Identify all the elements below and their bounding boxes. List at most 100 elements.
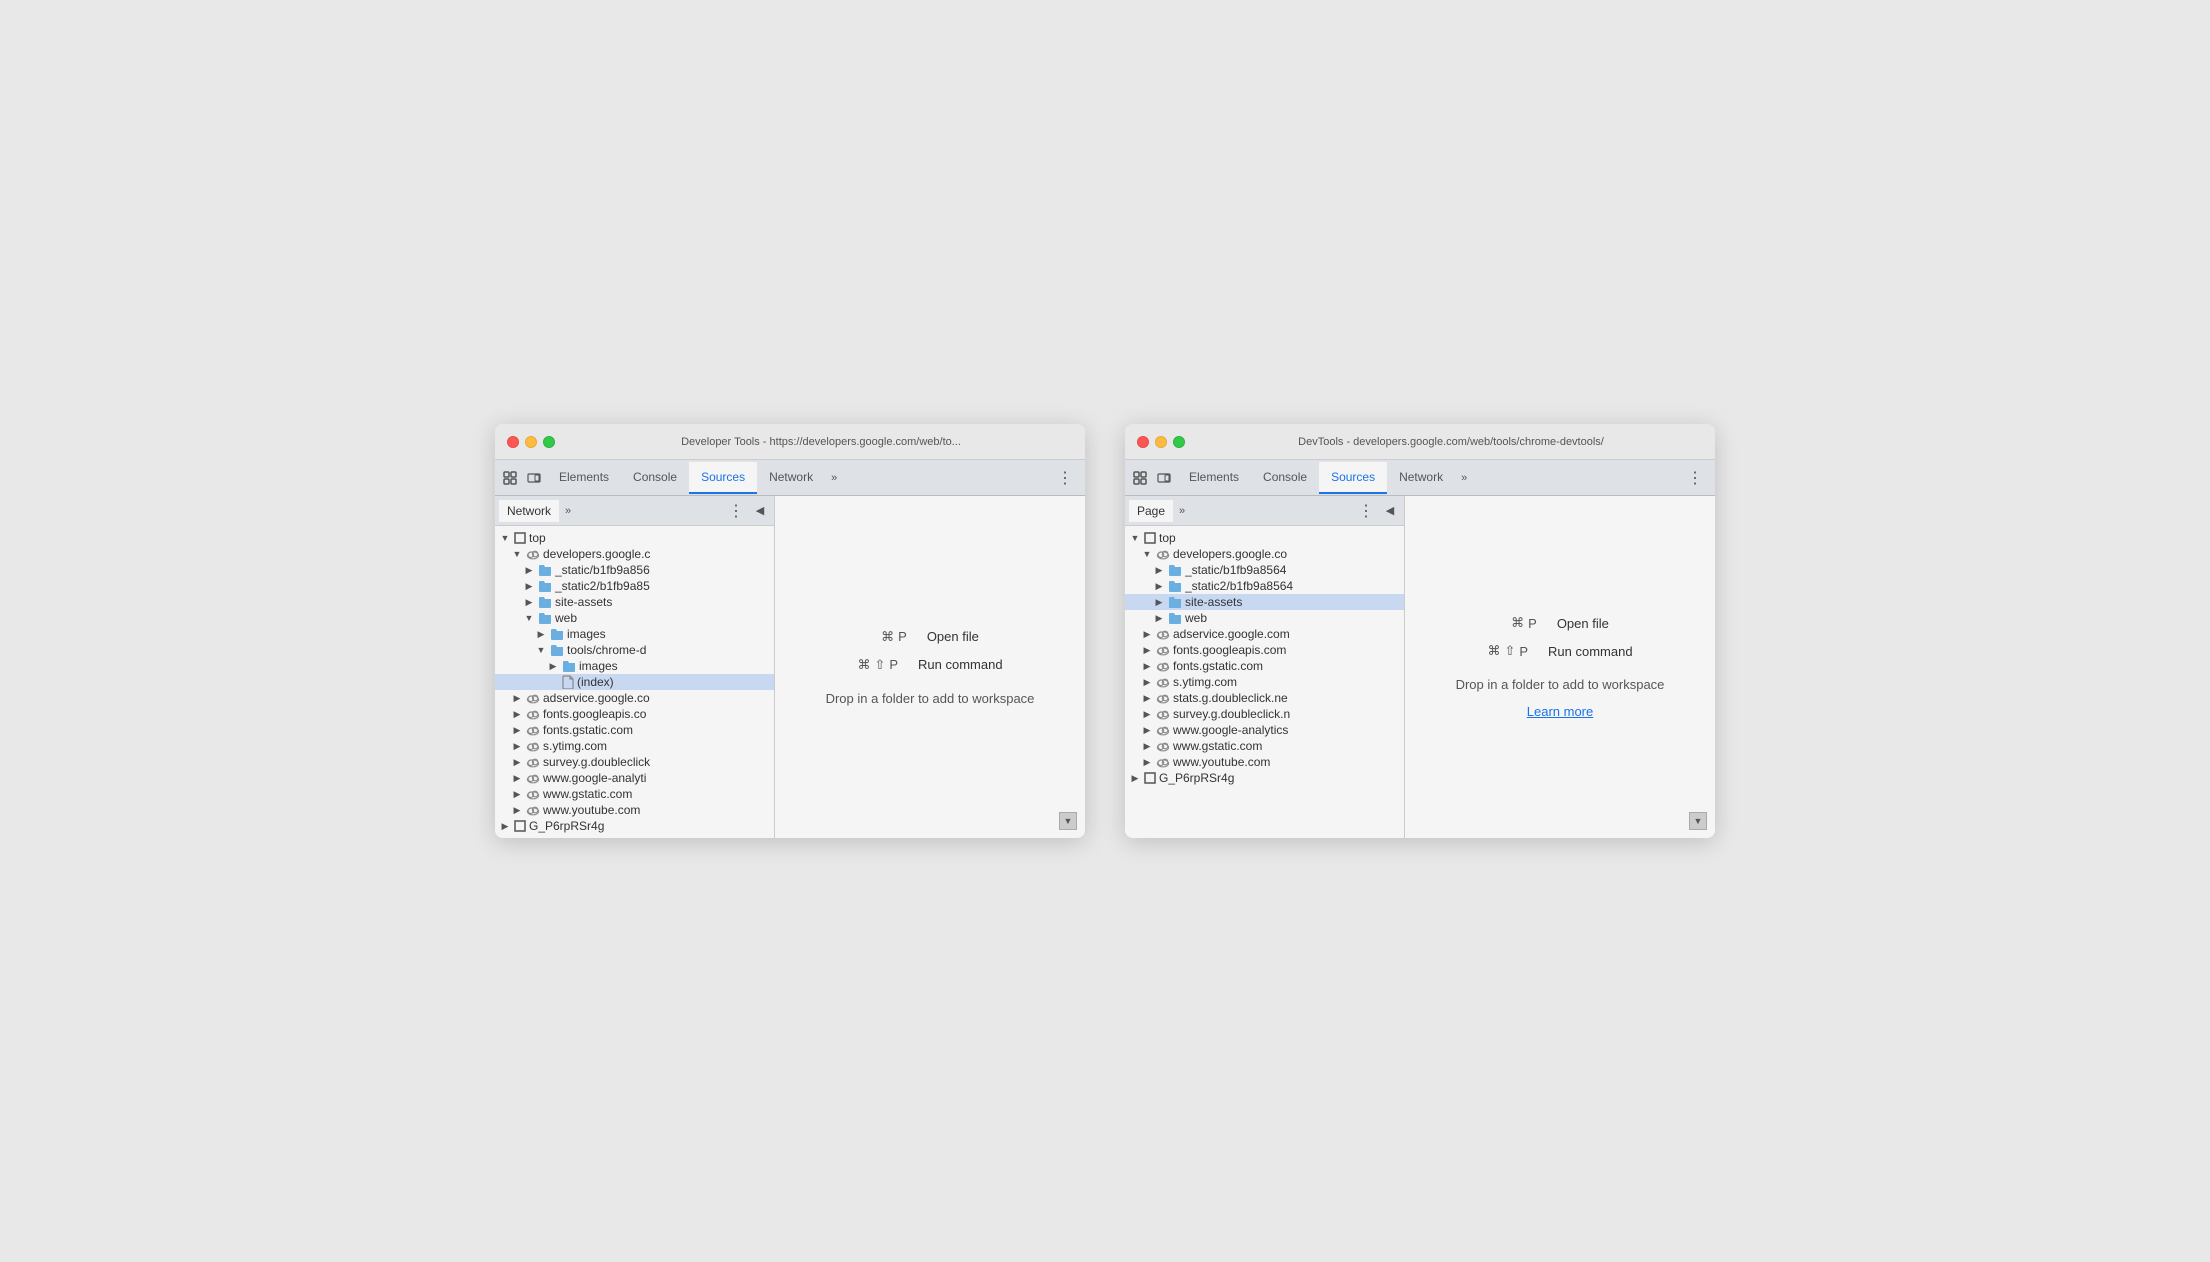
minimize-button-1[interactable]	[525, 436, 537, 448]
tree-arrow-closed[interactable]	[523, 564, 535, 576]
tree-arrow-open[interactable]	[535, 644, 547, 656]
tree-item[interactable]: tools/chrome-d	[495, 642, 774, 658]
tab-more-1[interactable]: »	[825, 468, 843, 488]
tree-arrow-closed[interactable]	[511, 692, 523, 704]
tree-arrow-closed[interactable]	[547, 660, 559, 672]
tab-network-1[interactable]: Network	[757, 462, 825, 494]
tree-item[interactable]: survey.g.doubleclick	[495, 754, 774, 770]
panel-menu-1[interactable]: ⋮	[722, 499, 750, 523]
tree-item[interactable]: developers.google.c	[495, 546, 774, 562]
tree-item[interactable]: fonts.googleapis.com	[1125, 642, 1404, 658]
minimize-button-2[interactable]	[1155, 436, 1167, 448]
scroll-bottom-1[interactable]: ▼	[1059, 812, 1077, 830]
tree-arrow-closed[interactable]	[1141, 676, 1153, 688]
tree-arrow-closed[interactable]	[535, 628, 547, 640]
tree-arrow-closed[interactable]	[1141, 692, 1153, 704]
tab-more-2[interactable]: »	[1455, 468, 1473, 488]
tree-arrow-closed[interactable]	[1153, 596, 1165, 608]
tree-item[interactable]: _static2/b1fb9a85	[495, 578, 774, 594]
tree-item[interactable]: top	[495, 530, 774, 546]
tree-item[interactable]: developers.google.co	[1125, 546, 1404, 562]
tree-item[interactable]: stats.g.doubleclick.ne	[1125, 690, 1404, 706]
scroll-bottom-2[interactable]: ▼	[1689, 812, 1707, 830]
maximize-button-1[interactable]	[543, 436, 555, 448]
tree-arrow-closed[interactable]	[1141, 644, 1153, 656]
close-button-1[interactable]	[507, 436, 519, 448]
tab-console-2[interactable]: Console	[1251, 462, 1319, 494]
responsive-icon-1[interactable]	[523, 467, 545, 489]
tab-menu-1[interactable]: ⋮	[1049, 464, 1081, 492]
tree-arrow-closed[interactable]	[1141, 740, 1153, 752]
inspect-icon-1[interactable]	[499, 467, 521, 489]
tree-arrow-closed[interactable]	[511, 788, 523, 800]
tree-item[interactable]: images	[495, 658, 774, 674]
tree-arrow-closed[interactable]	[511, 740, 523, 752]
tree-item[interactable]: _static2/b1fb9a8564	[1125, 578, 1404, 594]
tree-arrow-closed[interactable]	[1141, 628, 1153, 640]
tree-arrow-closed[interactable]	[511, 756, 523, 768]
tree-arrow-closed[interactable]	[499, 820, 511, 832]
tree-arrow-open[interactable]	[1141, 548, 1153, 560]
tree-arrow-closed[interactable]	[1141, 708, 1153, 720]
tree-item[interactable]: adservice.google.co	[495, 690, 774, 706]
panel-menu-2[interactable]: ⋮	[1352, 499, 1380, 523]
tree-arrow-open[interactable]	[523, 612, 535, 624]
tree-arrow-closed[interactable]	[511, 804, 523, 816]
tree-item[interactable]: site-assets	[495, 594, 774, 610]
tree-item[interactable]: fonts.gstatic.com	[495, 722, 774, 738]
tab-sources-2[interactable]: Sources	[1319, 462, 1387, 494]
collapse-icon-2[interactable]: ◀	[1380, 501, 1400, 521]
responsive-icon-2[interactable]	[1153, 467, 1175, 489]
tree-item[interactable]: s.ytimg.com	[495, 738, 774, 754]
tree-item[interactable]: survey.g.doubleclick.n	[1125, 706, 1404, 722]
tree-arrow-closed[interactable]	[1141, 724, 1153, 736]
panel-more-2[interactable]: »	[1173, 503, 1191, 519]
tree-arrow-closed[interactable]	[1153, 580, 1165, 592]
tab-elements-2[interactable]: Elements	[1177, 462, 1251, 494]
tree-arrow-closed[interactable]	[1153, 612, 1165, 624]
tree-arrow-closed[interactable]	[523, 580, 535, 592]
tree-arrow-closed[interactable]	[1153, 564, 1165, 576]
tree-item[interactable]: web	[495, 610, 774, 626]
tab-sources-1[interactable]: Sources	[689, 462, 757, 494]
tree-item[interactable]: fonts.gstatic.com	[1125, 658, 1404, 674]
tree-item[interactable]: www.gstatic.com	[1125, 738, 1404, 754]
tree-item[interactable]: G_P6rpRSr4g	[1125, 770, 1404, 786]
tree-item[interactable]: G_P6rpRSr4g	[495, 818, 774, 834]
tree-item[interactable]: site-assets	[1125, 594, 1404, 610]
panel-tab-page-2[interactable]: Page	[1129, 500, 1173, 522]
collapse-icon-1[interactable]: ◀	[750, 501, 770, 521]
tree-arrow-closed[interactable]	[511, 708, 523, 720]
tree-item[interactable]: _static/b1fb9a8564	[1125, 562, 1404, 578]
tree-item[interactable]: adservice.google.com	[1125, 626, 1404, 642]
tree-item[interactable]: www.gstatic.com	[495, 786, 774, 802]
tab-network-2[interactable]: Network	[1387, 462, 1455, 494]
maximize-button-2[interactable]	[1173, 436, 1185, 448]
tree-item[interactable]: fonts.googleapis.co	[495, 706, 774, 722]
panel-more-1[interactable]: »	[559, 503, 577, 519]
tree-arrow-open[interactable]	[511, 548, 523, 560]
tree-item[interactable]: s.ytimg.com	[1125, 674, 1404, 690]
learn-more-link[interactable]: Learn more	[1527, 704, 1593, 719]
tab-console-1[interactable]: Console	[621, 462, 689, 494]
tree-arrow-closed[interactable]	[1141, 756, 1153, 768]
tree-item[interactable]: (index)	[495, 674, 774, 690]
inspect-icon-2[interactable]	[1129, 467, 1151, 489]
tree-arrow-open[interactable]	[1129, 532, 1141, 544]
tree-arrow-closed[interactable]	[1129, 772, 1141, 784]
tree-arrow-closed[interactable]	[523, 596, 535, 608]
tab-elements-1[interactable]: Elements	[547, 462, 621, 494]
tree-arrow-open[interactable]	[499, 532, 511, 544]
tree-item[interactable]: top	[1125, 530, 1404, 546]
panel-tab-network-1[interactable]: Network	[499, 500, 559, 522]
tree-arrow-closed[interactable]	[511, 724, 523, 736]
tree-item[interactable]: _static/b1fb9a856	[495, 562, 774, 578]
tree-arrow-closed[interactable]	[1141, 660, 1153, 672]
close-button-2[interactable]	[1137, 436, 1149, 448]
tree-item[interactable]: web	[1125, 610, 1404, 626]
tree-arrow-closed[interactable]	[511, 772, 523, 784]
tree-item[interactable]: www.google-analytics	[1125, 722, 1404, 738]
tree-item[interactable]: www.youtube.com	[1125, 754, 1404, 770]
tree-item[interactable]: images	[495, 626, 774, 642]
tab-menu-2[interactable]: ⋮	[1679, 464, 1711, 492]
